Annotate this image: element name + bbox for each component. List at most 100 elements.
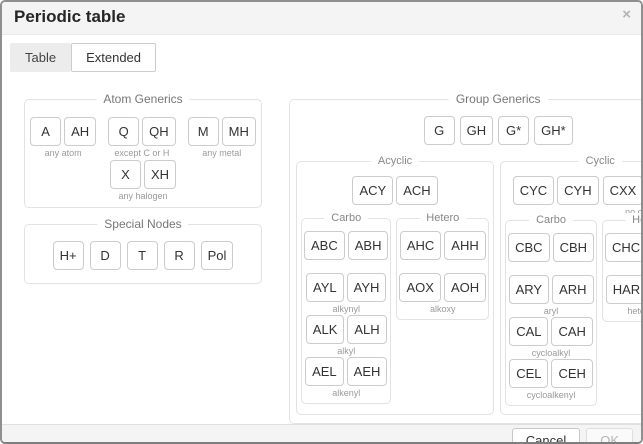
- cyclic-hetero-panel: Hetero CHCCHH HARHAH hetero aryl: [602, 220, 643, 322]
- chip-row: CYCCYH: [513, 176, 599, 205]
- pair-caption: any halogen: [110, 191, 176, 201]
- element-button-ayh[interactable]: AYH: [347, 273, 387, 302]
- element-button-alk[interactable]: ALK: [306, 315, 345, 344]
- element-button-d[interactable]: D: [90, 241, 121, 270]
- element-button-qh[interactable]: QH: [142, 117, 176, 146]
- element-button-arh[interactable]: ARH: [552, 275, 593, 304]
- element-button-ary[interactable]: ARY: [509, 275, 550, 304]
- chip-row: AYLAYH: [304, 273, 388, 302]
- hetero-pairs: AHCAHH AOXAOH alkoxy: [399, 231, 486, 315]
- element-button-m[interactable]: M: [188, 117, 219, 146]
- pair-aryl: ARYARH aryl: [508, 275, 594, 316]
- atom-generics-row-1: AAH any atom QQH except C or H MMH any m…: [33, 117, 253, 158]
- element-button-ceh[interactable]: CEH: [551, 359, 592, 388]
- pair-caption: [304, 262, 388, 272]
- hetero-pairs: CHCCHH HARHAH hetero aryl: [605, 233, 643, 317]
- pair-any-metal: MMH any metal: [188, 117, 256, 158]
- pair-alkyl: ALKALH alkyl: [304, 315, 388, 356]
- pair-caption: alkynyl: [304, 304, 388, 314]
- element-button-cbc[interactable]: CBC: [508, 233, 549, 262]
- element-button-r[interactable]: R: [164, 241, 195, 270]
- pair-caption: hetero aryl: [605, 306, 643, 316]
- hetero-legend: Hetero: [625, 213, 643, 227]
- element-button-ah[interactable]: AH: [64, 117, 96, 146]
- element-button-x[interactable]: X: [110, 160, 141, 189]
- element-button-acy[interactable]: ACY: [352, 176, 393, 205]
- chip-row: ABCABH: [304, 231, 388, 260]
- acyclic-carbo-panel: Carbo ABCABH AYLAYH alkynyl: [301, 218, 391, 404]
- pair-caption: except C or H: [108, 148, 176, 158]
- acyclic-cyclic-row: Acyclic ACYACH Carbo ABCABH: [296, 161, 643, 415]
- chip-row: ACYACH: [352, 176, 437, 205]
- dialog-title: Periodic table: [14, 7, 125, 26]
- element-button-abc[interactable]: ABC: [304, 231, 345, 260]
- element-button-gh[interactable]: GH*: [534, 116, 573, 145]
- chip-row: AAH: [30, 117, 96, 146]
- cancel-button[interactable]: Cancel: [512, 428, 580, 444]
- element-button-aeh[interactable]: AEH: [347, 357, 388, 386]
- dialog-content: Atom Generics AAH any atom QQH except C …: [2, 72, 641, 424]
- pair-any-halogen: XXH any halogen: [110, 160, 176, 201]
- pair-any-atom: AAH any atom: [30, 117, 96, 158]
- element-button-ayl[interactable]: AYL: [306, 273, 344, 302]
- element-button-alh[interactable]: ALH: [347, 315, 386, 344]
- element-button-cyh[interactable]: CYH: [557, 176, 598, 205]
- element-button-a[interactable]: A: [30, 117, 61, 146]
- acyclic-inner-row: Carbo ABCABH AYLAYH alkynyl: [301, 218, 489, 404]
- element-button-ach[interactable]: ACH: [396, 176, 437, 205]
- element-button-cel[interactable]: CEL: [509, 359, 548, 388]
- element-button-ahc[interactable]: AHC: [400, 231, 441, 260]
- right-column: Group Generics GGHG*GH* Acyclic ACYACH: [289, 99, 643, 424]
- dialog-header: Periodic table ×: [2, 2, 641, 35]
- element-button-mh[interactable]: MH: [222, 117, 256, 146]
- chip-row: CELCEH: [508, 359, 594, 388]
- element-button-cbh[interactable]: CBH: [553, 233, 594, 262]
- pair-ahc-ahh: AHCAHH: [399, 231, 486, 272]
- element-button-ahh[interactable]: AHH: [444, 231, 485, 260]
- element-button-q[interactable]: Q: [108, 117, 139, 146]
- chip-row: H+DTRPol: [33, 241, 253, 270]
- element-button-gh[interactable]: GH: [460, 116, 494, 145]
- pair-cycloalkyl: CALCAH cycloalkyl: [508, 317, 594, 358]
- element-button-abh[interactable]: ABH: [348, 231, 389, 260]
- atom-generics-panel: Atom Generics AAH any atom QQH except C …: [24, 99, 262, 208]
- close-icon[interactable]: ×: [622, 7, 631, 22]
- chip-row: GGHG*GH*: [424, 116, 573, 145]
- element-button-pol[interactable]: Pol: [201, 241, 234, 270]
- element-button-cah[interactable]: CAH: [551, 317, 592, 346]
- element-button-cxx[interactable]: CXX: [603, 176, 643, 205]
- element-button-cyc[interactable]: CYC: [513, 176, 554, 205]
- chip-row: ALKALH: [304, 315, 388, 344]
- chip-row: AELAEH: [304, 357, 388, 386]
- pair-cycloalkenyl: CELCEH cycloalkenyl: [508, 359, 594, 400]
- element-button-t[interactable]: T: [127, 241, 158, 270]
- element-button-g[interactable]: G*: [498, 116, 529, 145]
- pair-hetero-aryl: HARHAH hetero aryl: [605, 275, 643, 316]
- acyclic-legend: Acyclic: [371, 154, 419, 168]
- chip-row: HARHAH: [605, 275, 643, 304]
- group-generics-panel: Group Generics GGHG*GH* Acyclic ACYACH: [289, 99, 643, 424]
- element-button-aox[interactable]: AOX: [399, 273, 440, 302]
- chip-row: QQH: [108, 117, 176, 146]
- element-button-cal[interactable]: CAL: [509, 317, 548, 346]
- ok-button[interactable]: OK: [586, 428, 633, 444]
- hetero-legend: Hetero: [419, 211, 466, 225]
- chip-row: MMH: [188, 117, 256, 146]
- carbo-legend: Carbo: [324, 211, 368, 225]
- element-button-chc[interactable]: CHC: [605, 233, 643, 262]
- pair-caption: [508, 264, 594, 274]
- left-column: Atom Generics AAH any atom QQH except C …: [24, 99, 262, 284]
- pair-except-c-or-h: QQH except C or H: [108, 117, 176, 158]
- pair-cyc-cyh: CYCCYH: [513, 176, 599, 217]
- cyclic-carbo-panel: Carbo CBCCBH ARYARH aryl: [505, 220, 597, 406]
- element-button-har[interactable]: HAR: [606, 275, 643, 304]
- pair-no-carbon: CXXCXH no carbon: [603, 176, 643, 217]
- tab-extended[interactable]: Extended: [71, 43, 156, 72]
- element-button-g[interactable]: G: [424, 116, 455, 145]
- tab-table[interactable]: Table: [10, 43, 71, 72]
- element-button-xh[interactable]: XH: [144, 160, 176, 189]
- pair-caption: [399, 262, 486, 272]
- element-button-ael[interactable]: AEL: [305, 357, 344, 386]
- element-button-h[interactable]: H+: [53, 241, 84, 270]
- element-button-aoh[interactable]: AOH: [444, 273, 486, 302]
